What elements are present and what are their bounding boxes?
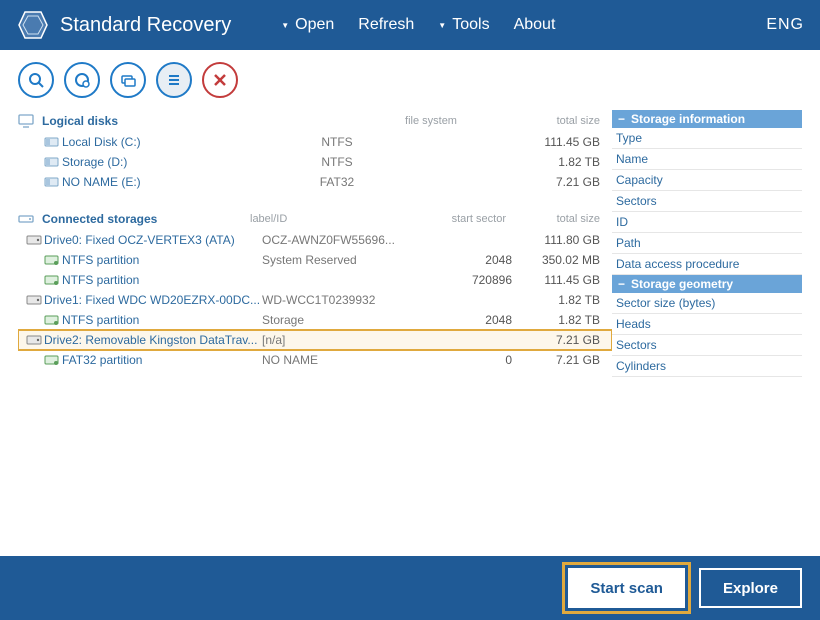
content-area: Logical disks file system total size Loc… (0, 110, 820, 556)
connected-title: Connected storages (42, 212, 244, 226)
geometry-property: Sectors (612, 335, 802, 356)
app-title: Standard Recovery (60, 14, 231, 37)
drive-icon (24, 234, 44, 246)
start-scan-button[interactable]: Start scan (568, 568, 685, 608)
drive-row[interactable]: Drive0: Fixed OCZ-VERTEX3 (ATA)OCZ-AWNZ0… (18, 230, 612, 250)
search-button[interactable] (18, 62, 54, 98)
volume-icon (42, 136, 62, 148)
geometry-property: Cylinders (612, 356, 802, 377)
menu-refresh[interactable]: Refresh (358, 16, 414, 34)
partition-name: NTFS partition (62, 313, 262, 327)
partition-icon (42, 314, 62, 326)
logical-disks-header: Logical disks file system total size (18, 110, 612, 132)
logical-title: Logical disks (42, 114, 350, 128)
menu-about-label: About (514, 16, 556, 34)
partition-name: NTFS partition (62, 253, 262, 267)
logical-disk-row[interactable]: Storage (D:)NTFS1.82 TB (18, 152, 612, 172)
geometry-property: Sector size (bytes) (612, 293, 802, 314)
drive-name: Drive2: Removable Kingston DataTrav... (44, 333, 262, 347)
col-sector: start sector (406, 213, 506, 225)
partition-name: NTFS partition (62, 273, 262, 287)
partition-row[interactable]: NTFS partitionSystem Reserved2048350.02 … (18, 250, 612, 270)
col-totalsize: total size (512, 213, 612, 225)
bottom-bar: Start scan Explore (0, 556, 820, 620)
drive-icon (24, 334, 44, 346)
partition-row[interactable]: FAT32 partitionNO NAME07.21 GB (18, 350, 612, 370)
close-button[interactable] (202, 62, 238, 98)
partition-icon (42, 354, 62, 366)
drive-name: Drive0: Fixed OCZ-VERTEX3 (ATA) (44, 233, 262, 247)
col-label: label/ID (250, 213, 400, 225)
target-button[interactable] (64, 62, 100, 98)
drive-name: Drive1: Fixed WDC WD20EZRX-00DC... (44, 293, 262, 307)
partition-icon (42, 254, 62, 266)
drive-icon (24, 294, 44, 306)
drive-list-panel: Logical disks file system total size Loc… (18, 110, 612, 556)
connected-storages-header: Connected storages label/ID start sector… (18, 208, 612, 230)
menu-tools[interactable]: ▼ Tools (438, 16, 489, 34)
drive-row[interactable]: Drive1: Fixed WDC WD20EZRX-00DC...WD-WCC… (18, 290, 612, 310)
disk-name: Local Disk (C:) (62, 135, 262, 149)
explore-button[interactable]: Explore (699, 568, 802, 608)
info-property: Path (612, 233, 802, 254)
monitor-icon (18, 114, 36, 128)
storage-info-panel: − Storage information TypeNameCapacitySe… (612, 110, 802, 556)
list-view-button[interactable] (156, 62, 192, 98)
info-property: Name (612, 149, 802, 170)
info-property: ID (612, 212, 802, 233)
main-menu: ▼ Open Refresh ▼ Tools About (281, 16, 555, 34)
info-property: Sectors (612, 191, 802, 212)
disk-name: NO NAME (E:) (62, 175, 262, 189)
partition-name: FAT32 partition (62, 353, 262, 367)
menu-open[interactable]: ▼ Open (281, 16, 334, 34)
partition-row[interactable]: NTFS partitionStorage20481.82 TB (18, 310, 612, 330)
collapse-icon: − (618, 277, 625, 291)
language-selector[interactable]: ENG (766, 16, 804, 34)
col-filesystem: file system (356, 115, 506, 127)
partition-row[interactable]: NTFS partition720896111.45 GB (18, 270, 612, 290)
info-property: Capacity (612, 170, 802, 191)
storage-icon (18, 213, 36, 225)
caret-down-icon: ▼ (438, 21, 446, 30)
storage-geometry-header[interactable]: − Storage geometry (612, 275, 802, 293)
volume-icon (42, 176, 62, 188)
geometry-property: Heads (612, 314, 802, 335)
logical-disk-row[interactable]: Local Disk (C:)NTFS111.45 GB (18, 132, 612, 152)
menu-refresh-label: Refresh (358, 16, 414, 34)
volume-icon (42, 156, 62, 168)
menu-about[interactable]: About (514, 16, 556, 34)
caret-down-icon: ▼ (281, 21, 289, 30)
partition-icon (42, 274, 62, 286)
disk-name: Storage (D:) (62, 155, 262, 169)
menu-open-label: Open (295, 16, 334, 34)
toolbar (0, 50, 820, 110)
menu-tools-label: Tools (452, 16, 489, 34)
app-header: Standard Recovery ▼ Open Refresh ▼ Tools… (0, 0, 820, 50)
col-totalsize: total size (512, 115, 612, 127)
drive-row[interactable]: Drive2: Removable Kingston DataTrav...[n… (18, 330, 612, 350)
app-logo-icon (16, 8, 50, 42)
logical-disk-row[interactable]: NO NAME (E:)FAT327.21 GB (18, 172, 612, 192)
storage-info-header[interactable]: − Storage information (612, 110, 802, 128)
info-property: Type (612, 128, 802, 149)
collapse-icon: − (618, 112, 625, 126)
info-property: Data access procedure (612, 254, 802, 275)
disk-button[interactable] (110, 62, 146, 98)
